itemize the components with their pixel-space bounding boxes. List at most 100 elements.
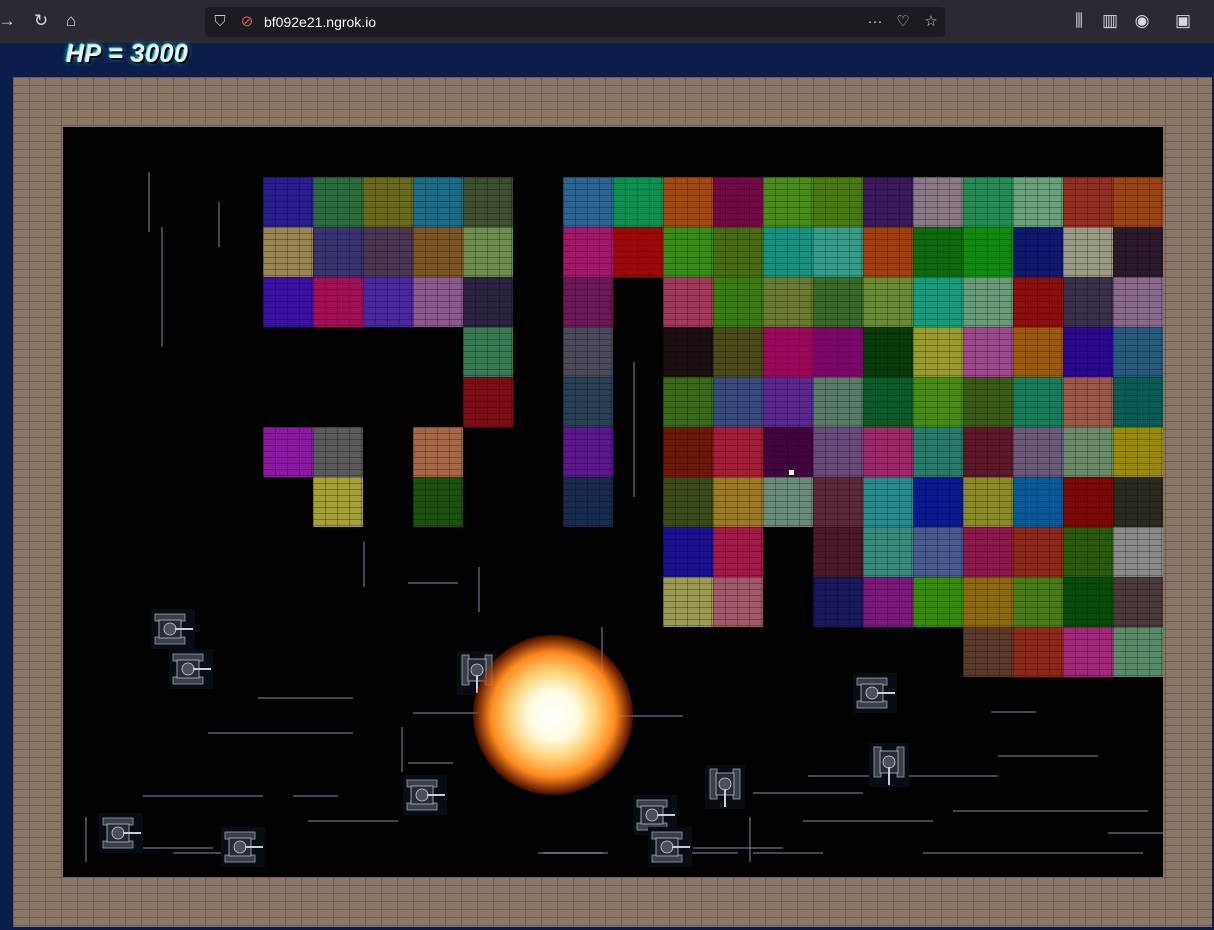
hp-display: HP = 3000 [66,40,189,68]
brick-block [713,177,763,227]
brick-block [813,377,863,427]
brick-block [413,277,463,327]
brick-block [1013,177,1063,227]
bullet-trail [923,852,1143,854]
bullet-trail [998,755,1098,757]
shield-icon[interactable]: ⛉ [210,12,230,32]
brick-block [613,177,663,227]
brick-block [663,477,713,527]
extensions-icon[interactable]: ▣ [1172,10,1194,32]
reload-icon[interactable]: ↻ [30,10,52,32]
bullet-trail [408,762,453,764]
brick-block [913,527,963,577]
brick-block [763,227,813,277]
bullet-trail [803,820,933,822]
brick-block [1113,277,1163,327]
brick-block [663,527,713,577]
brick-block [1063,427,1113,477]
site-icon[interactable]: ⊘ [237,12,257,32]
brick-block [813,227,863,277]
brick-block [313,477,363,527]
brick-block [813,277,863,327]
home-icon[interactable]: ⌂ [60,10,82,32]
brick-block [963,227,1013,277]
brick-block [913,227,963,277]
brick-block [813,527,863,577]
brick-block [813,177,863,227]
brick-block [863,327,913,377]
brick-block [1063,477,1113,527]
brick-block [963,477,1013,527]
bullet-trail [693,847,783,849]
enemy-tank [221,827,265,867]
brick-block [713,577,763,627]
brick-block [1113,177,1163,227]
brick-block [913,327,963,377]
brick-block [463,277,513,327]
brick-block [1013,227,1063,277]
brick-block [1113,327,1163,377]
brick-block [763,327,813,377]
brick-block [663,277,713,327]
brick-block [1063,527,1113,577]
brick-block [713,277,763,327]
brick-block [963,627,1013,677]
brick-block [813,427,863,477]
brick-block [913,177,963,227]
brick-block [713,227,763,277]
brick-block [1113,577,1163,627]
bullet-trail [208,732,353,734]
brick-block [1013,577,1063,627]
account-icon[interactable]: ◉ [1131,10,1153,32]
brick-block [813,327,863,377]
more-icon[interactable]: ··· [865,12,885,32]
bullet-trail [293,795,338,797]
bullet-trail [633,362,635,497]
brick-block [663,577,713,627]
brick-block [663,177,713,227]
brick-block [413,477,463,527]
game-arena[interactable] [63,127,1163,877]
brick-block [463,227,513,277]
pocket-icon[interactable]: ♡ [893,12,913,32]
brick-block [663,377,713,427]
address-bar[interactable]: ⛉ ⊘ bf092e21.ngrok.io ··· ♡ ☆ [205,7,945,37]
forward-icon[interactable]: → [0,10,18,32]
brick-block [1013,527,1063,577]
brick-block [1063,327,1113,377]
brick-block [313,427,363,477]
bullet-trail [408,582,458,584]
brick-block [713,427,763,477]
bullet-trail [991,711,1036,713]
enemy-tank [403,775,447,815]
brick-block [1113,227,1163,277]
brick-block [763,277,813,327]
bullet-trail [753,852,823,854]
brick-block [963,527,1013,577]
star-icon[interactable]: ☆ [921,12,941,32]
brick-block [963,327,1013,377]
brick-block [913,577,963,627]
brick-block [1113,427,1163,477]
brick-block [463,177,513,227]
brick-block [1013,427,1063,477]
brick-block [563,227,613,277]
enemy-tank [151,609,195,649]
brick-block [863,577,913,627]
brick-block [363,277,413,327]
url-text[interactable]: bf092e21.ngrok.io [264,14,376,30]
brick-block [1063,277,1113,327]
brick-block [1113,627,1163,677]
bullet-trail [401,727,403,772]
brick-block [713,477,763,527]
brick-block [1113,377,1163,427]
library-icon[interactable]: ⫼ [1068,10,1090,32]
bullet-trail [1108,832,1163,834]
sidebar-icon[interactable]: ▥ [1099,10,1121,32]
brick-block [563,427,613,477]
brick-block [1063,177,1113,227]
brick-block [863,477,913,527]
brick-block [313,277,363,327]
brick-block [263,427,313,477]
brick-block [1013,377,1063,427]
